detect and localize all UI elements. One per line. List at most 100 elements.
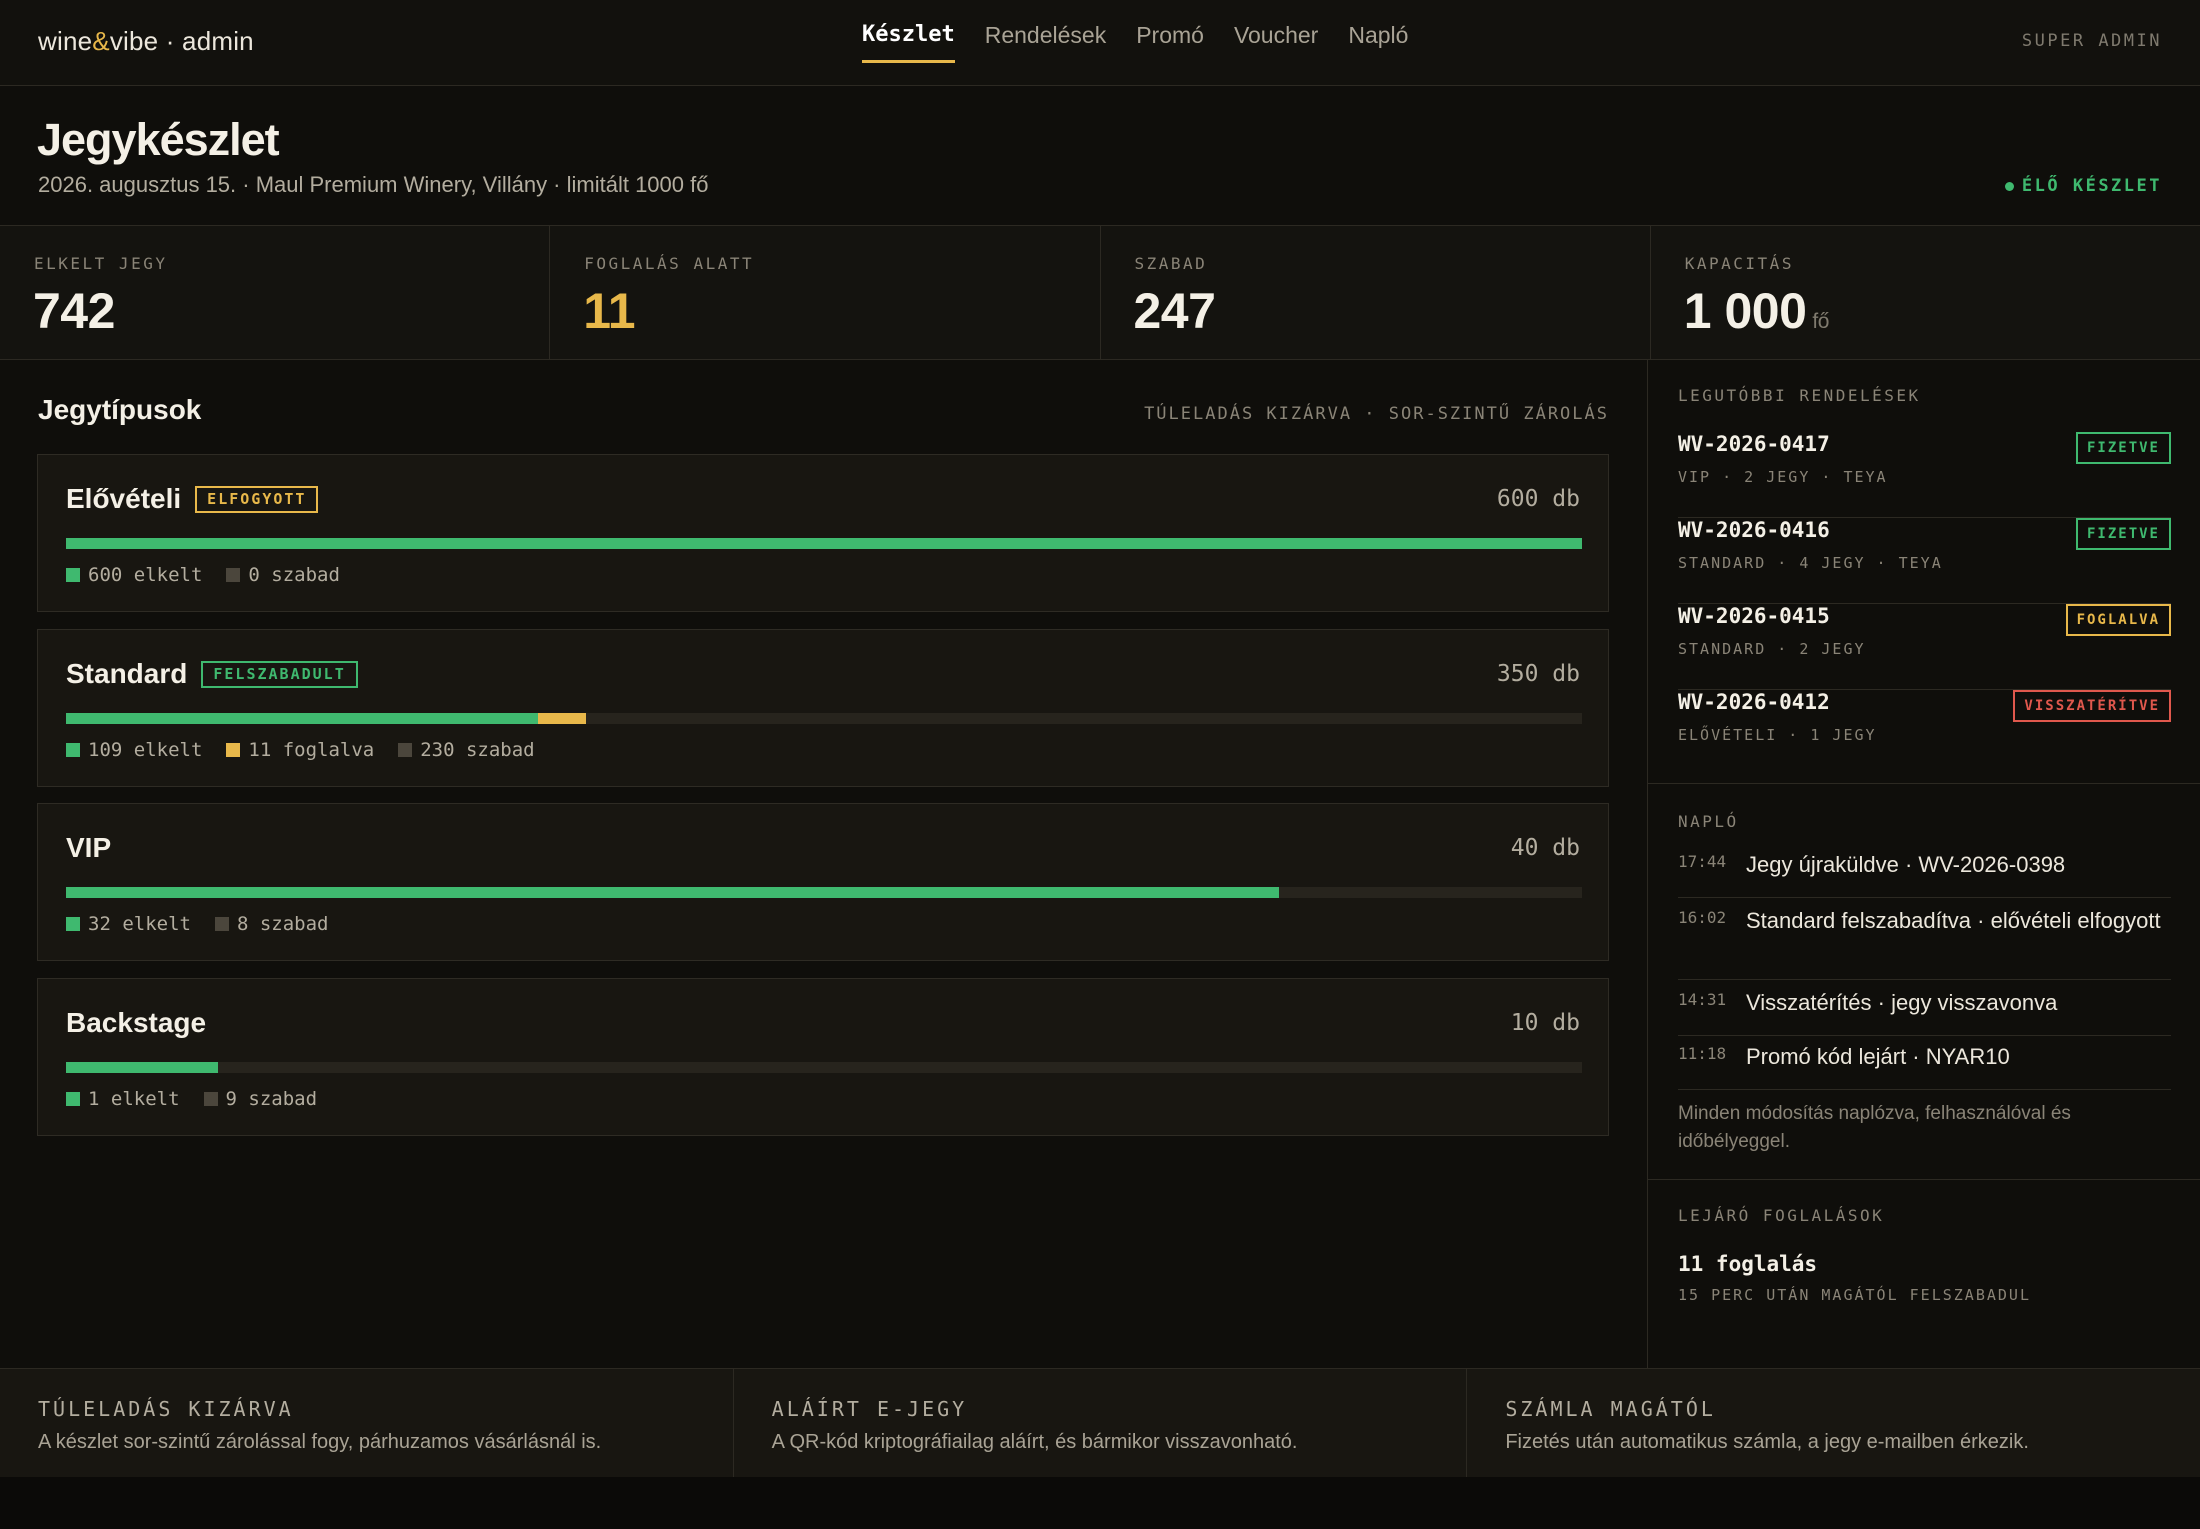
ticket-quantity: 10 db [1510, 1010, 1580, 1036]
ticket-card-elovételi[interactable]: Elővételi ELFOGYOTT 600 db 600 elkelt 0 … [37, 454, 1609, 612]
kpi-unit: fő [1812, 310, 1829, 333]
legend-swatch [226, 568, 241, 582]
pending-note: 15 PERC UTÁN MAGÁTÓL FELSZABADUL [1678, 1286, 2031, 1304]
kpi-row: ELKELT JEGY 742 FOGLALÁS ALATT 11 SZABAD… [0, 226, 2200, 360]
log-time: 17:44 [1678, 852, 1727, 871]
order-meta: STANDARD · 4 JEGY · TEYA [1678, 554, 1943, 572]
feature-title: SZÁMLA MAGÁTÓL [1505, 1397, 1716, 1421]
order-id: WV-2026-0416 [1678, 518, 1830, 542]
main-nav: Készlet Rendelések Promó Voucher Napló [862, 22, 1408, 63]
recent-orders: LEGUTÓBBI RENDELÉSEK WV-2026-0417 VIP · … [1648, 360, 2200, 784]
kpi-label: SZABAD [1134, 254, 1208, 273]
legend-swatch [203, 1092, 218, 1106]
feature-oversell: TÚLELADÁS KIZÁRVA A készlet sor-szintű z… [0, 1369, 734, 1477]
legend-free: 230 szabad [398, 739, 535, 761]
ticket-name-label: Standard [66, 658, 188, 689]
ticket-name-label: Backstage [66, 1007, 207, 1038]
log-time: 11:18 [1678, 1044, 1727, 1063]
feature-text: A QR-kód kriptográfiailag aláírt, és bár… [771, 1431, 1298, 1453]
ticket-card-backstage[interactable]: Backstage 10 db 1 elkelt 9 szabad [37, 978, 1609, 1136]
ticket-card-standard[interactable]: Standard FELSZABADULT 350 db 109 elkelt … [37, 629, 1609, 787]
order-id: WV-2026-0417 [1678, 432, 1830, 456]
bar-sold-segment [66, 887, 1279, 898]
feature-title: TÚLELADÁS KIZÁRVA [38, 1397, 294, 1421]
feature-title: ALÁÍRT E-JEGY [771, 1397, 968, 1421]
brand-logo[interactable]: wine&vibe · admin [38, 26, 254, 57]
ticket-quantity: 600 db [1496, 486, 1580, 512]
feature-strip: TÚLELADÁS KIZÁRVA A készlet sor-szintű z… [0, 1368, 2200, 1477]
section-note: TÚLELADÁS KIZÁRVA · SOR-SZINTŰ ZÁROLÁS [1144, 404, 1609, 424]
live-dot-icon [2004, 181, 2014, 191]
brand-suffix: vibe · admin [109, 26, 254, 56]
bottom-band [0, 1477, 2200, 1529]
legend-label: 9 szabad [225, 1088, 318, 1110]
order-row[interactable]: WV-2026-0412 ELŐVÉTELI · 1 JEGY VISSZATÉ… [1678, 690, 2171, 776]
log-time: 14:31 [1678, 990, 1727, 1009]
nav-tab-keszlet[interactable]: Készlet [862, 22, 955, 63]
status-badge: FOGLALVA [2065, 604, 2171, 636]
order-id: WV-2026-0412 [1678, 690, 1830, 714]
activity-log: NAPLÓ 17:44 Jegy újraküldve · WV-2026-03… [1648, 784, 2200, 1180]
user-role[interactable]: SUPER ADMIN [2022, 31, 2162, 51]
log-time: 16:02 [1678, 908, 1727, 927]
kpi-sold: ELKELT JEGY 742 [0, 226, 551, 359]
bar-legend: 1 elkelt 9 szabad [66, 1088, 317, 1110]
legend-label: 0 szabad [248, 564, 340, 586]
legend-free: 0 szabad [226, 564, 340, 586]
capacity-bar [66, 887, 1582, 898]
brand-ampersand: & [92, 26, 110, 56]
ticket-quantity: 350 db [1496, 661, 1580, 687]
log-text: Visszatérítés · jegy visszavonva [1746, 990, 2058, 1015]
page-subtitle: 2026. augusztus 15. · Maul Premium Winer… [38, 172, 709, 197]
feature-text: A készlet sor-szintű zárolással fogy, pá… [38, 1431, 602, 1453]
ticket-name: VIP [66, 832, 111, 864]
pending-count[interactable]: 11 foglalás [1678, 1252, 1817, 1276]
bar-legend: 32 elkelt 8 szabad [66, 913, 328, 935]
bar-sold-segment [66, 1062, 218, 1073]
feature-invoice: SZÁMLA MAGÁTÓL Fizetés után automatikus … [1467, 1369, 2200, 1477]
bar-legend: 600 elkelt 0 szabad [66, 564, 340, 586]
capacity-bar [66, 713, 1582, 724]
order-row[interactable]: WV-2026-0417 VIP · 2 JEGY · TEYA FIZETVE [1678, 432, 2171, 518]
ticket-name: Standard FELSZABADULT [66, 658, 358, 690]
legend-label: 1 elkelt [88, 1088, 180, 1110]
status-badge: FIZETVE [2075, 432, 2171, 464]
bar-sold-segment [66, 713, 539, 724]
order-row[interactable]: WV-2026-0415 STANDARD · 2 JEGY FOGLALVA [1678, 604, 2171, 690]
legend-free: 8 szabad [214, 913, 329, 935]
ticket-name-label: VIP [66, 832, 112, 863]
order-meta: ELŐVÉTELI · 1 JEGY [1678, 726, 1877, 744]
legend-swatch [66, 917, 80, 931]
legend-label: 8 szabad [236, 913, 329, 935]
kpi-label: KAPACITÁS [1684, 254, 1794, 273]
order-meta: STANDARD · 2 JEGY [1678, 640, 1866, 658]
feature-signed-ticket: ALÁÍRT E-JEGY A QR-kód kriptográfiailag … [734, 1369, 1468, 1477]
kpi-value: 742 [33, 283, 115, 339]
order-row[interactable]: WV-2026-0416 STANDARD · 4 JEGY · TEYA FI… [1678, 518, 2171, 604]
nav-tab-naplo[interactable]: Napló [1348, 22, 1408, 63]
top-bar: wine&vibe · admin Készlet Rendelések Pro… [0, 0, 2200, 86]
kpi-number: 1 000 [1683, 283, 1807, 339]
log-entry: 17:44 Jegy újraküldve · WV-2026-0398 [1678, 850, 2171, 898]
log-entry: 11:18 Promó kód lejárt · NYAR10 [1678, 1042, 2171, 1090]
kpi-value: 247 [1133, 283, 1216, 339]
log-footnote: Minden módosítás naplózva, felhasználóva… [1678, 1103, 2071, 1152]
legend-sold: 1 elkelt [66, 1088, 180, 1110]
capacity-bar [66, 538, 1582, 549]
ticket-card-vip[interactable]: VIP 40 db 32 elkelt 8 szabad [37, 803, 1609, 961]
order-id: WV-2026-0415 [1678, 604, 1830, 628]
kpi-value: 1 000 fő [1683, 282, 1830, 340]
legend-held: 11 foglalva [226, 739, 374, 761]
kpi-capacity: KAPACITÁS 1 000 fő [1651, 226, 2200, 359]
ticket-types-panel: Jegytípusok TÚLELADÁS KIZÁRVA · SOR-SZIN… [0, 360, 1647, 1368]
legend-swatch [214, 917, 229, 931]
nav-tab-voucher[interactable]: Voucher [1234, 22, 1318, 63]
activity-log-label: NAPLÓ [1678, 812, 1739, 831]
page-header: Jegykészlet 2026. augusztus 15. · Maul P… [0, 86, 2200, 226]
legend-sold: 600 elkelt [66, 564, 202, 586]
bar-sold-segment [66, 538, 1582, 549]
nav-tab-promo[interactable]: Promó [1136, 22, 1204, 63]
kpi-reserved: FOGLALÁS ALATT 11 [550, 226, 1101, 359]
nav-tab-rendelesek[interactable]: Rendelések [985, 22, 1106, 63]
ticket-name-label: Elővételi [66, 483, 182, 514]
